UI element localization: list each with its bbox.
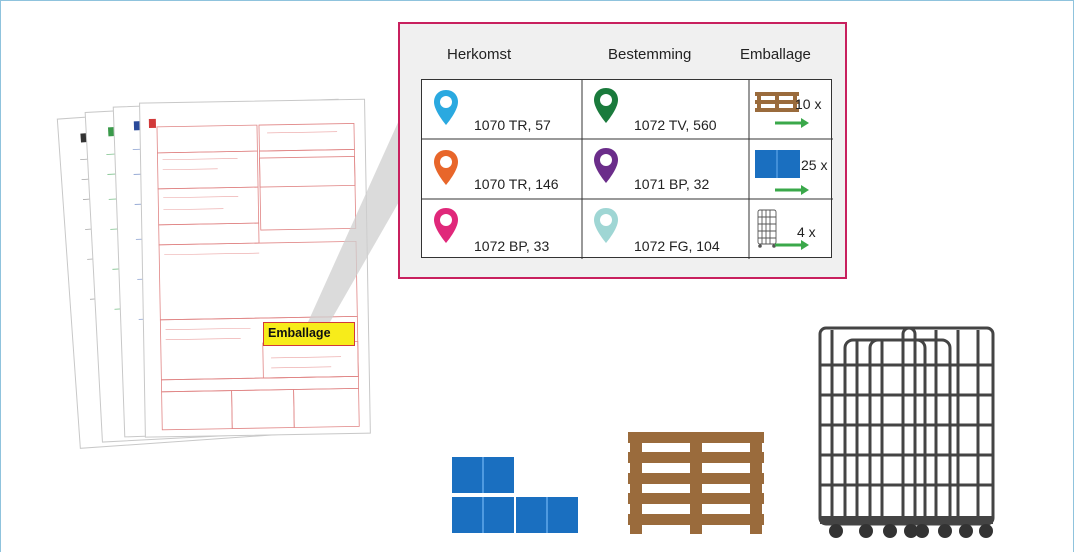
cage-wheels: [829, 524, 993, 538]
crates-illustration: [452, 457, 578, 533]
pallet-stack-illustration: [628, 432, 764, 534]
cage-base: [820, 516, 993, 524]
packaging-illustrations: [452, 326, 995, 538]
roll-cages-illustration: [818, 326, 995, 526]
